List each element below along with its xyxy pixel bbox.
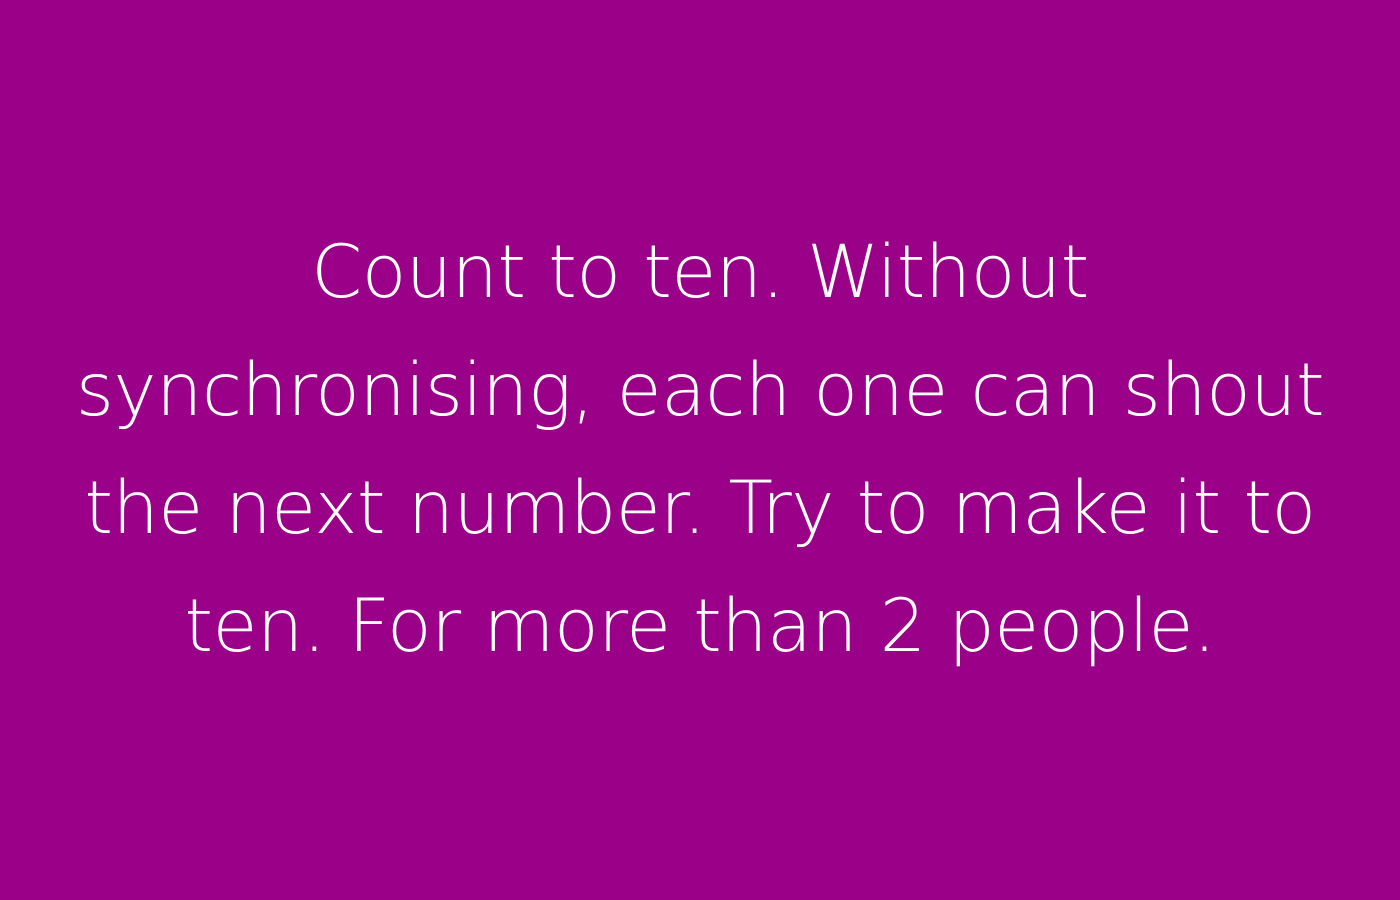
game-card: Count to ten. Without synchronising, eac… (0, 0, 1400, 900)
instruction-line-1: Count to ten. Without (311, 230, 1089, 315)
instruction-line-2: synchronising, each one can shout (75, 348, 1325, 433)
instruction-line-3: the next number. Try to make it to (84, 466, 1316, 551)
instruction-line-4: ten. For more than 2 people. (184, 584, 1216, 669)
game-instructions: Count to ten. Without synchronising, eac… (16, 214, 1384, 686)
